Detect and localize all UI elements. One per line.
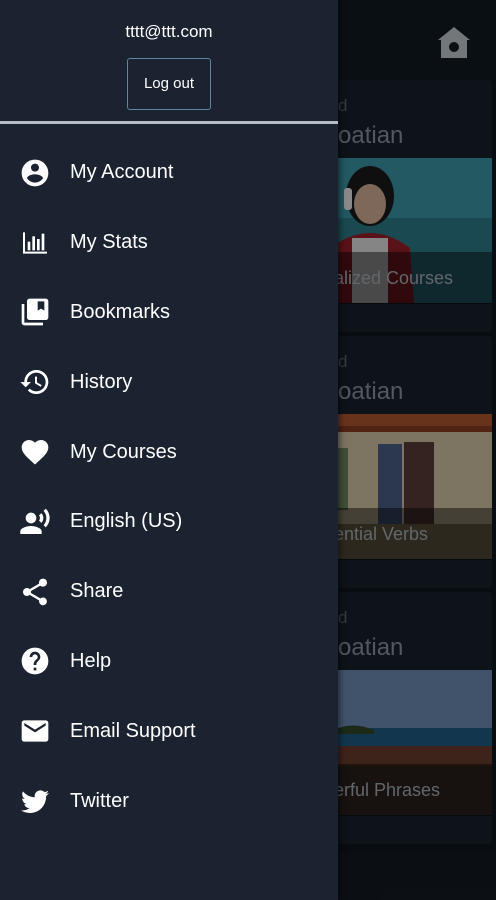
account-circle-icon [18, 156, 52, 190]
bar-chart-icon [18, 226, 52, 260]
voice-language-icon [18, 505, 52, 539]
email-icon [18, 714, 52, 748]
drawer-menu: My Account My Stats Bookmarks History My… [0, 138, 338, 836]
menu-item-label: Email Support [70, 719, 196, 742]
menu-item-share[interactable]: Share [0, 557, 338, 627]
menu-item-label: My Courses [70, 440, 177, 463]
menu-item-label: English (US) [70, 510, 183, 533]
menu-item-label: Twitter [70, 789, 129, 812]
menu-item-bookmarks[interactable]: Bookmarks [0, 278, 338, 348]
menu-item-my-account[interactable]: My Account [0, 138, 338, 208]
menu-item-label: My Account [70, 161, 174, 184]
menu-item-label: My Stats [70, 231, 148, 254]
menu-item-label: Help [70, 649, 112, 672]
user-email: tttt@ttt.com [125, 22, 213, 41]
history-icon [18, 365, 52, 399]
menu-item-label: Share [70, 580, 124, 603]
help-icon [18, 644, 52, 678]
menu-item-email-support[interactable]: Email Support [0, 696, 338, 766]
menu-item-my-courses[interactable]: My Courses [0, 417, 338, 487]
menu-item-label: History [70, 370, 133, 393]
bookmarks-icon [18, 295, 52, 329]
menu-item-my-stats[interactable]: My Stats [0, 208, 338, 278]
menu-item-history[interactable]: History [0, 347, 338, 417]
menu-item-twitter[interactable]: Twitter [0, 766, 338, 836]
drawer-divider [0, 121, 338, 124]
menu-item-language[interactable]: English (US) [0, 487, 338, 557]
heart-icon [18, 435, 52, 469]
menu-item-label: Bookmarks [70, 300, 171, 323]
navigation-drawer: tttt@ttt.com Log out My Account My Stats… [0, 0, 338, 900]
logout-button[interactable]: Log out [127, 58, 211, 110]
share-icon [18, 575, 52, 609]
menu-item-help[interactable]: Help [0, 627, 338, 697]
twitter-icon [18, 784, 52, 818]
